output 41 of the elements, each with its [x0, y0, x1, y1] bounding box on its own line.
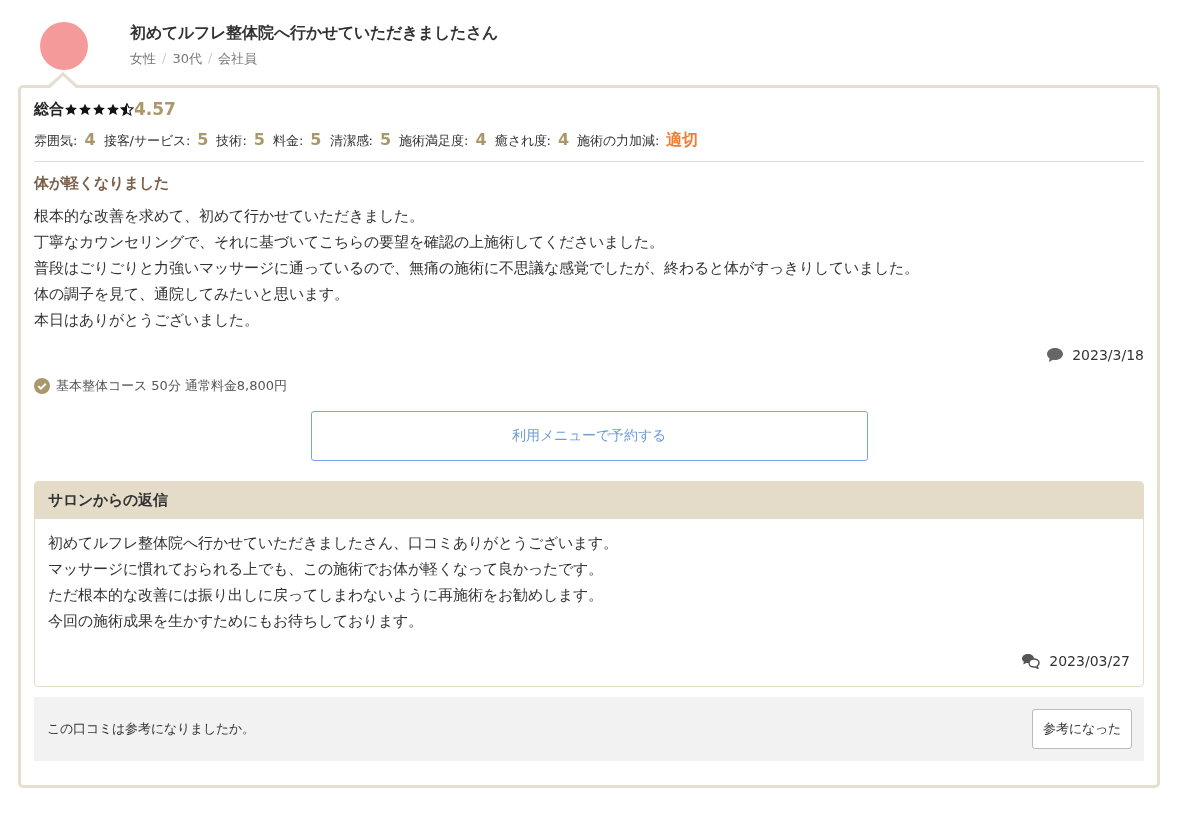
rating-label: 施術の力加減: — [577, 132, 660, 150]
rating-value: 4 — [557, 130, 570, 149]
rating-label: 清潔感: — [329, 132, 373, 150]
star-icon — [78, 102, 92, 116]
review-text: 根本的な改善を求めて、初めて行かせていただきました。 丁寧なカウンセリングで、それに基づいてこちらの要望を確認の上施術してくださいました。 普段はごりごりと力強いマッサージに通っているので、無痛の施術に不思議な感覚でしたが、終わると体がすっきりしていました。 体の調子を見て、通院してみたいと思います。 本日はありがとうございました。 — [34, 206, 920, 331]
rating-value: 適切 — [666, 130, 699, 151]
rating-label: 技術: — [216, 132, 247, 150]
rating-label: 癒され度: — [494, 132, 551, 150]
review-title: 体が軽くなりました — [34, 174, 170, 193]
speech-bubble-icon — [1046, 347, 1065, 363]
check-circle-icon — [34, 378, 50, 394]
rating-value: 5 — [197, 130, 209, 149]
star-icon — [92, 102, 106, 116]
rating-value: 5 — [253, 130, 265, 149]
rating-value: 4 — [475, 130, 487, 149]
rating-label: 施術満足度: — [399, 132, 469, 150]
reply-date: 2023/03/27 — [1049, 652, 1130, 671]
reviewer-name: 初めてルフレ整体院へ行かせていただきましたさん — [130, 23, 498, 44]
reply-title: サロンからの返信 — [35, 482, 1143, 519]
helpful-button[interactable]: 参考になった — [1032, 709, 1132, 749]
rating-value: 5 — [379, 130, 392, 149]
overall-label: 総合 — [34, 99, 64, 119]
rating-value: 5 — [310, 130, 322, 149]
overall-score: 4.57 — [134, 99, 176, 119]
separator: / — [207, 50, 213, 67]
reviewer-attribute: 30代 — [172, 50, 202, 68]
menu-text: 基本整体コース 50分 通常料金8,800円 — [56, 377, 288, 395]
helpful-question: この口コミは参考になりましたか。 — [47, 720, 255, 738]
star-icon — [64, 102, 78, 116]
reviewer-attribute: 女性 — [130, 50, 156, 68]
rating-label: 雰囲気: — [34, 132, 78, 150]
star-icon — [120, 102, 134, 116]
rating-label: 接客/サービス: — [103, 132, 191, 150]
avatar-icon — [40, 22, 88, 70]
separator: / — [162, 50, 167, 67]
rating-label: 料金: — [272, 132, 304, 150]
speech-bubbles-icon — [1021, 653, 1042, 669]
review-date: 2023/3/18 — [1072, 347, 1144, 363]
reply-text: 初めてルフレ整体院へ行かせていただきましたさん、口コミありがとうございます。 マッサージに慣れておられる上でも、この施術でお体が軽くなって良かったです。 ただ根本的な改善には振り出しに戻ってしまわないように再施術をお勧めします。 今回の施術成果を生かすためにもお待ちしております。 — [48, 533, 619, 632]
reviewer-attribute: 会社員 — [218, 50, 258, 68]
rating-value: 4 — [84, 130, 96, 149]
